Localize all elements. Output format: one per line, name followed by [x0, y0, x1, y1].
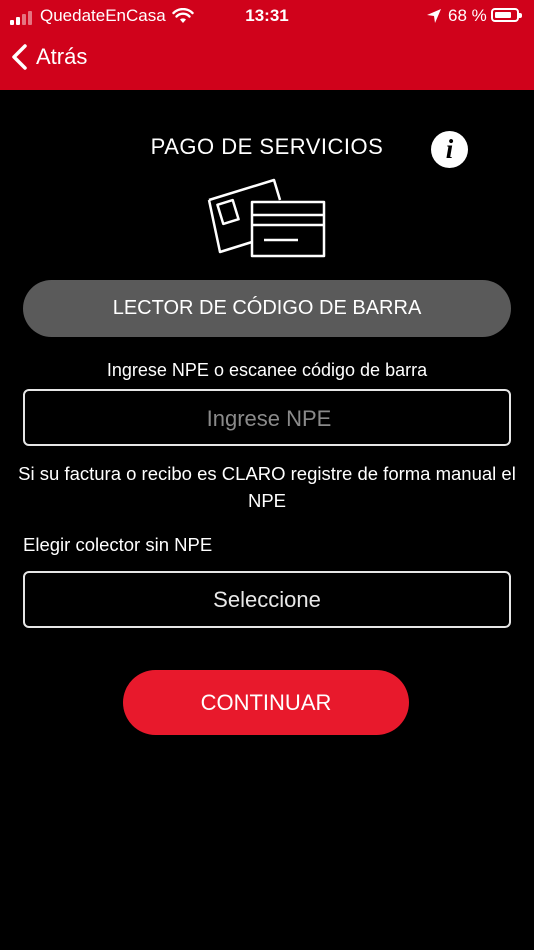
collector-select[interactable]: Seleccione: [23, 571, 511, 628]
battery-percent: 68 %: [448, 6, 487, 25]
back-button[interactable]: Atrás: [10, 43, 87, 71]
npe-input[interactable]: [25, 391, 513, 446]
top-bar: QuedateEnCasa 13:31 68 % Atrás: [0, 0, 534, 90]
back-label: Atrás: [36, 44, 88, 69]
continue-button[interactable]: CONTINUAR: [123, 670, 409, 735]
chevron-left-icon: [12, 44, 27, 70]
claro-note: Si su factura o recibo es CLARO registre…: [18, 463, 516, 511]
status-bar: QuedateEnCasa 13:31 68 %: [0, 0, 534, 32]
npe-label: Ingrese NPE o escanee código de barra: [106, 360, 428, 380]
npe-field[interactable]: [23, 389, 513, 446]
info-icon[interactable]: i: [431, 131, 468, 168]
collector-label: Elegir colector sin NPE: [23, 534, 213, 555]
cards-icon: [207, 178, 326, 258]
battery-icon: [491, 8, 522, 22]
location-arrow-icon: [427, 9, 441, 23]
barcode-scanner-button[interactable]: LECTOR DE CÓDIGO DE BARRA: [23, 280, 511, 337]
